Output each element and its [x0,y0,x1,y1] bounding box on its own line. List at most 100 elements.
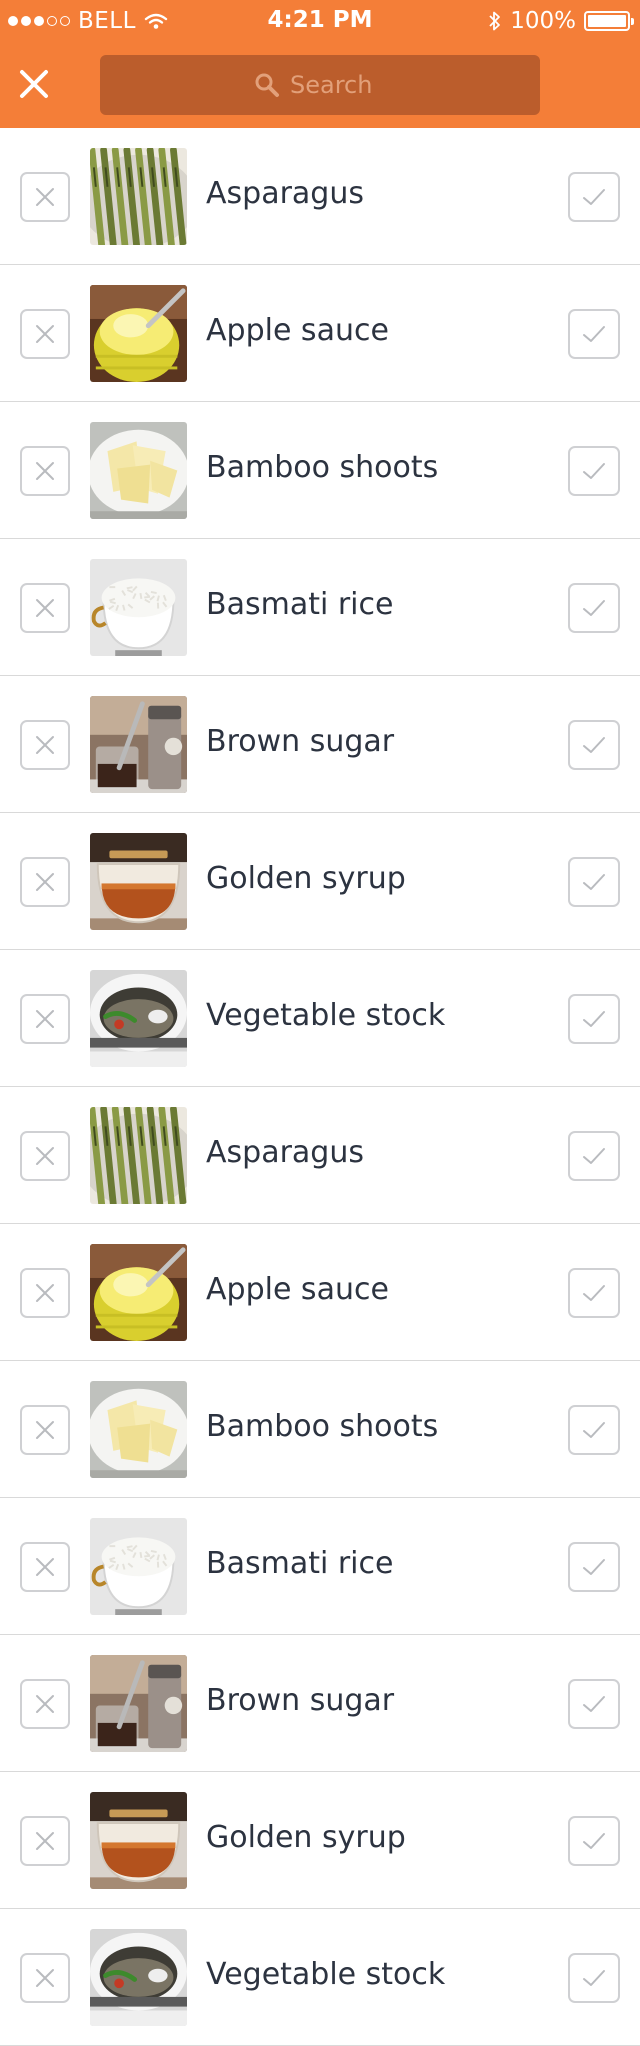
list-item[interactable]: Bamboo shoots [0,1361,640,1498]
list-item[interactable]: Basmati rice [0,1498,640,1635]
confirm-button[interactable] [568,1542,620,1592]
ingredient-thumbnail [90,422,187,519]
list-item[interactable]: Asparagus [0,128,640,265]
confirm-button[interactable] [568,720,620,770]
remove-button[interactable] [20,583,70,633]
ingredient-name: Brown sugar [206,724,395,759]
ingredient-thumbnail [90,285,187,382]
remove-button[interactable] [20,172,70,222]
list-item[interactable]: Golden syrup [0,1772,640,1909]
ingredient-name: Vegetable stock [206,1957,446,1992]
remove-button[interactable] [20,1131,70,1181]
close-button[interactable] [14,64,54,104]
status-right: 100% [488,8,634,34]
ingredient-thumbnail [90,1792,187,1889]
battery-icon [584,11,634,31]
app-header: BELL 4:21 PM 100% [0,0,640,128]
ingredient-thumbnail [90,1518,187,1615]
list-item[interactable]: Brown sugar [0,676,640,813]
confirm-button[interactable] [568,1816,620,1866]
confirm-button[interactable] [568,446,620,496]
confirm-button[interactable] [568,994,620,1044]
search-input[interactable] [290,71,386,99]
ingredient-thumbnail [90,833,187,930]
close-icon [36,1832,54,1850]
close-icon [36,325,54,343]
ingredient-name: Golden syrup [206,1820,406,1855]
close-icon [36,1558,54,1576]
confirm-button[interactable] [568,583,620,633]
close-icon [36,1695,54,1713]
remove-button[interactable] [20,1816,70,1866]
asparagus-image [90,148,187,245]
ingredient-name: Bamboo shoots [206,450,439,485]
list-item[interactable]: Golden syrup [0,813,640,950]
checkmark-icon [583,1833,605,1849]
ingredient-thumbnail [90,1929,187,2026]
checkmark-icon [583,874,605,890]
list-item[interactable]: Brown sugar [0,1635,640,1772]
list-item[interactable]: Basmati rice [0,539,640,676]
ingredient-name: Bamboo shoots [206,1409,439,1444]
list-item[interactable]: Apple sauce [0,265,640,402]
close-icon [36,1969,54,1987]
vegetable-stock-image [90,970,187,1067]
close-icon [36,599,54,617]
list-item[interactable]: Vegetable stock [0,950,640,1087]
confirm-button[interactable] [568,172,620,222]
ingredient-thumbnail [90,1107,187,1204]
bamboo-shoots-image [90,422,187,519]
checkmark-icon [583,1285,605,1301]
confirm-button[interactable] [568,1405,620,1455]
ingredient-thumbnail [90,970,187,1067]
list-item[interactable]: Apple sauce [0,1224,640,1361]
basmati-rice-image [90,559,187,656]
search-bar[interactable] [100,55,540,115]
remove-button[interactable] [20,994,70,1044]
list-item[interactable]: Asparagus [0,1087,640,1224]
apple-sauce-image [90,1244,187,1341]
checkmark-icon [583,1148,605,1164]
asparagus-image [90,1107,187,1204]
ingredient-name: Basmati rice [206,587,394,622]
remove-button[interactable] [20,1953,70,2003]
ingredient-name: Vegetable stock [206,998,446,1033]
ingredient-name: Brown sugar [206,1683,395,1718]
checkmark-icon [583,189,605,205]
remove-button[interactable] [20,446,70,496]
confirm-button[interactable] [568,1131,620,1181]
close-icon [36,188,54,206]
battery-percent: 100% [510,8,576,34]
search-icon [255,73,279,97]
list-item[interactable]: Vegetable stock [0,1909,640,2046]
golden-syrup-image [90,1792,187,1889]
ingredient-name: Golden syrup [206,861,406,896]
remove-button[interactable] [20,1679,70,1729]
ingredient-name: Asparagus [206,176,364,211]
ingredient-thumbnail [90,1381,187,1478]
confirm-button[interactable] [568,309,620,359]
checkmark-icon [583,737,605,753]
remove-button[interactable] [20,1542,70,1592]
checkmark-icon [583,463,605,479]
confirm-button[interactable] [568,1953,620,2003]
ingredient-thumbnail [90,1244,187,1341]
confirm-button[interactable] [568,857,620,907]
confirm-button[interactable] [568,1268,620,1318]
remove-button[interactable] [20,309,70,359]
close-icon [36,462,54,480]
remove-button[interactable] [20,1268,70,1318]
bluetooth-icon [489,11,501,31]
remove-button[interactable] [20,720,70,770]
list-item[interactable]: Bamboo shoots [0,402,640,539]
remove-button[interactable] [20,1405,70,1455]
remove-button[interactable] [20,857,70,907]
checkmark-icon [583,1970,605,1986]
apple-sauce-image [90,285,187,382]
ingredient-name: Asparagus [206,1135,364,1170]
checkmark-icon [583,1011,605,1027]
ingredient-list: Asparagus Apple sauce Bamboo shoots Basmati… [0,128,640,2046]
confirm-button[interactable] [568,1679,620,1729]
ingredient-thumbnail [90,148,187,245]
checkmark-icon [583,600,605,616]
